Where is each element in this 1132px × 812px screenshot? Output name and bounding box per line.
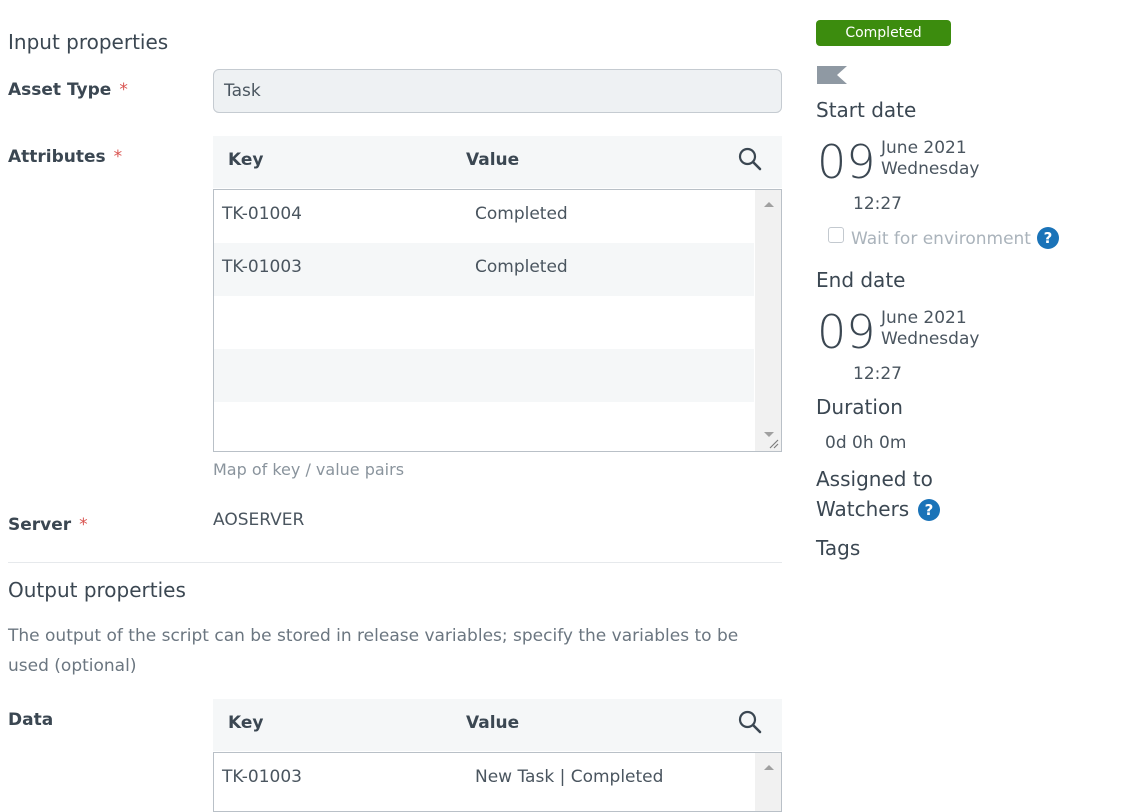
scroll-down-arrow-icon <box>764 432 774 437</box>
server-label: Server * <box>8 515 88 535</box>
table-row[interactable]: TK-01004 Completed <box>214 190 754 243</box>
start-weekday: Wednesday <box>881 159 980 179</box>
attributes-label: Attributes * <box>8 147 122 167</box>
wait-for-environment-checkbox[interactable] <box>828 227 844 243</box>
row-value: Completed <box>475 204 568 224</box>
key-column-header: Key <box>228 150 264 170</box>
start-time[interactable]: 12:27 <box>853 194 902 214</box>
row-value: New Task | Completed <box>475 767 664 787</box>
asset-type-field[interactable]: Task <box>213 69 782 113</box>
server-value[interactable]: AOSERVER <box>213 510 304 530</box>
scrollbar[interactable] <box>755 753 781 811</box>
table-row-empty[interactable] <box>214 349 754 402</box>
watchers-help-icon[interactable]: ? <box>918 499 940 521</box>
search-icon[interactable] <box>737 709 763 740</box>
search-icon[interactable] <box>737 146 763 177</box>
end-month: June 2021 <box>881 308 967 328</box>
asset-type-label-text: Asset Type <box>8 80 112 100</box>
row-key: TK-01003 <box>222 257 302 277</box>
output-properties-title: Output properties <box>8 578 186 602</box>
required-marker: * <box>119 80 128 100</box>
scroll-up-arrow-icon <box>764 765 774 770</box>
end-weekday: Wednesday <box>881 329 980 349</box>
data-label: Data <box>8 710 54 730</box>
end-day[interactable]: 09 <box>817 309 876 355</box>
value-column-header: Value <box>466 150 520 170</box>
asset-type-label: Asset Type * <box>8 80 128 100</box>
map-help-text: Map of key / value pairs <box>213 460 405 479</box>
row-key: TK-01004 <box>222 204 302 224</box>
end-date-title: End date <box>816 268 906 292</box>
help-icon[interactable]: ? <box>1037 227 1059 249</box>
data-table-header: Key Value <box>213 699 782 751</box>
output-description: The output of the script can be stored i… <box>8 626 739 676</box>
required-marker: * <box>113 147 123 167</box>
wait-for-environment-label: Wait for environment <box>851 229 1031 249</box>
assigned-to-title[interactable]: Assigned to <box>816 467 933 491</box>
table-row-empty[interactable] <box>214 296 754 349</box>
attributes-table[interactable]: TK-01004 Completed TK-01003 Completed <box>213 189 782 452</box>
scrollbar[interactable] <box>755 190 781 451</box>
end-time[interactable]: 12:27 <box>853 364 902 384</box>
attributes-label-text: Attributes <box>8 147 106 167</box>
row-value: Completed <box>475 257 568 277</box>
table-row[interactable]: TK-01003 Completed <box>214 243 754 296</box>
input-properties-title: Input properties <box>8 30 169 54</box>
attributes-table-header: Key Value <box>213 136 782 188</box>
data-table[interactable]: TK-01003 New Task | Completed <box>213 752 782 812</box>
server-label-text: Server <box>8 515 72 535</box>
duration-value: 0d 0h 0m <box>825 433 907 453</box>
required-marker: * <box>79 515 88 535</box>
resize-handle-icon <box>769 439 779 449</box>
scroll-up-arrow-icon <box>764 202 774 207</box>
start-date-title: Start date <box>816 98 917 122</box>
tags-title[interactable]: Tags <box>816 536 860 560</box>
watchers-title[interactable]: Watchers <box>816 497 909 521</box>
section-divider <box>8 562 782 563</box>
start-month: June 2021 <box>881 138 967 158</box>
status-badge: Completed <box>816 20 951 46</box>
start-day[interactable]: 09 <box>817 139 876 185</box>
flag-icon[interactable] <box>817 66 849 86</box>
key-column-header: Key <box>228 713 264 733</box>
table-row-empty[interactable] <box>214 402 754 451</box>
duration-title: Duration <box>816 395 903 419</box>
row-key: TK-01003 <box>222 767 302 787</box>
table-row[interactable]: TK-01003 New Task | Completed <box>214 753 754 806</box>
value-column-header: Value <box>466 713 520 733</box>
